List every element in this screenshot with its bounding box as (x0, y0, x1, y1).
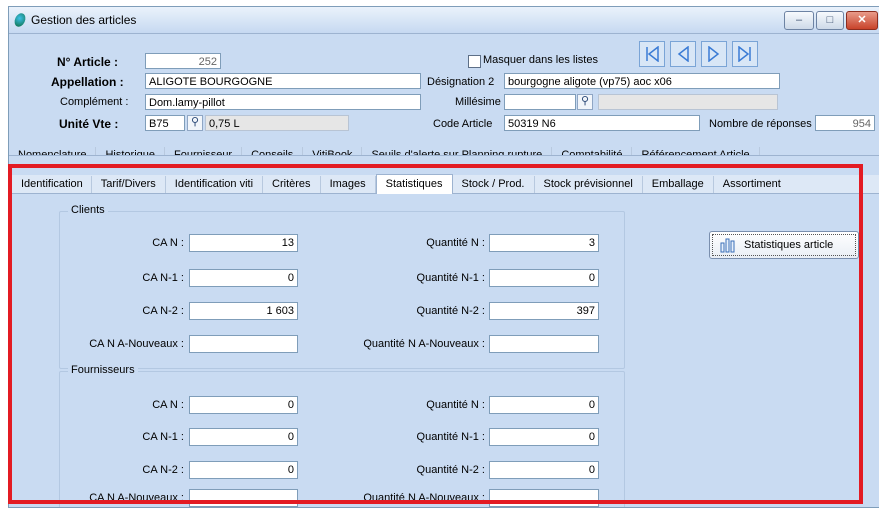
tab-vitibook[interactable]: VitiBook (303, 147, 363, 155)
clients-ca-anouveaux-field[interactable] (189, 335, 298, 353)
clients-ca-anouveaux-label: CA N A-Nouveaux : (89, 338, 184, 350)
tab-conseils[interactable]: Conseils (242, 147, 304, 155)
unite-label: Unité Vte : (59, 117, 119, 131)
search-icon: ⚲ (190, 116, 200, 128)
tab-seuils-alerte[interactable]: Seuils d'alerte sur Planning rupture (362, 147, 553, 155)
tab-row-top: Nomenclature Historique Fournisseur Cons… (9, 141, 879, 156)
code-article-label: Code Article (433, 118, 493, 130)
tab-criteres[interactable]: Critères (263, 176, 321, 193)
main-window: Gestion des articles – □ ✕ N° Article : … (8, 6, 879, 508)
maximize-button[interactable]: □ (816, 11, 844, 30)
clients-qte-anouveaux-field[interactable] (489, 335, 599, 353)
millesime-field[interactable] (504, 94, 576, 110)
clients-ca-n1-field[interactable]: 0 (189, 269, 298, 287)
clients-ca-n-label: CA N : (152, 237, 184, 249)
article-no-field[interactable]: 252 (145, 53, 221, 69)
tab-statistiques[interactable]: Statistiques (375, 174, 453, 194)
previous-record-icon (677, 46, 689, 62)
clients-ca-n2-field[interactable]: 1 603 (189, 302, 298, 320)
tab-fournisseur[interactable]: Fournisseur (165, 147, 243, 155)
clients-qte-n2-label: Quantité N-2 : (416, 305, 485, 317)
tab-emballage[interactable]: Emballage (643, 176, 714, 193)
tab-identification[interactable]: Identification (9, 176, 92, 193)
complement-field[interactable]: Dom.lamy-pillot (145, 94, 421, 110)
tab-nomenclature[interactable]: Nomenclature (9, 147, 97, 155)
fournisseurs-qte-n1-label: Quantité N-1 : (416, 431, 485, 443)
fournisseurs-qte-n1-field[interactable]: 0 (489, 428, 599, 446)
tab-referencement[interactable]: Référencement Article (632, 147, 760, 155)
appellation-label: Appellation : (51, 75, 124, 89)
maximize-icon: □ (826, 14, 834, 26)
window-title: Gestion des articles (31, 13, 137, 27)
statistiques-article-button[interactable]: Statistiques article (709, 231, 859, 259)
first-record-icon (646, 46, 659, 62)
masquer-label: Masquer dans les listes (483, 54, 598, 66)
fournisseurs-group-title: Fournisseurs (68, 364, 138, 376)
complement-label: Complément : (60, 96, 129, 108)
clients-ca-n1-label: CA N-1 : (142, 272, 184, 284)
tab-row-bottom: Identification Tarif/Divers Identificati… (9, 174, 879, 194)
masquer-checkbox[interactable] (468, 55, 481, 68)
clients-ca-n-field[interactable]: 13 (189, 234, 298, 252)
unite-desc-field: 0,75 L (205, 115, 349, 131)
app-icon (12, 11, 28, 29)
fournisseurs-ca-anouveaux-label: CA N A-Nouveaux : (89, 492, 184, 504)
last-record-icon (738, 46, 751, 62)
minimize-button[interactable]: – (784, 11, 814, 30)
unite-code-field[interactable]: B75 (145, 115, 185, 131)
tab-assortiment[interactable]: Assortiment (714, 176, 790, 193)
first-record-button[interactable] (639, 41, 665, 67)
fournisseurs-qte-n-field[interactable]: 0 (489, 396, 599, 414)
search-icon: ⚲ (580, 95, 590, 107)
tab-comptabilite[interactable]: Comptabilité (552, 147, 633, 155)
fournisseurs-ca-n-field[interactable]: 0 (189, 396, 298, 414)
fournisseurs-qte-n-label: Quantité N : (426, 399, 485, 411)
clients-group-title: Clients (68, 204, 108, 216)
designation2-field[interactable]: bourgogne aligote (vp75) aoc x06 (504, 73, 780, 89)
fournisseurs-ca-n2-field[interactable]: 0 (189, 461, 298, 479)
tab-stock-previsionnel[interactable]: Stock prévisionnel (535, 176, 643, 193)
tab-identification-viti[interactable]: Identification viti (166, 176, 264, 193)
clients-qte-anouveaux-label: Quantité N A-Nouveaux : (363, 338, 485, 350)
statistiques-article-label: Statistiques article (744, 239, 834, 251)
tab-historique[interactable]: Historique (96, 147, 166, 155)
clients-qte-n1-label: Quantité N-1 : (416, 272, 485, 284)
clients-qte-n-label: Quantité N : (426, 237, 485, 249)
millesime-search-button[interactable]: ⚲ (577, 94, 593, 110)
nb-reponses-field: 954 (815, 115, 875, 131)
fournisseurs-qte-anouveaux-field[interactable] (489, 489, 599, 507)
unite-search-button[interactable]: ⚲ (187, 115, 203, 131)
fournisseurs-qte-n2-field[interactable]: 0 (489, 461, 599, 479)
tab-images[interactable]: Images (321, 176, 376, 193)
fournisseurs-qte-anouveaux-label: Quantité N A-Nouveaux : (363, 492, 485, 504)
next-record-icon (708, 46, 720, 62)
millesime-label: Millésime (455, 96, 501, 108)
last-record-button[interactable] (732, 41, 758, 67)
code-article-field[interactable]: 50319 N6 (504, 115, 700, 131)
bar-chart-icon (720, 238, 735, 253)
close-icon: ✕ (857, 14, 867, 26)
title-bar: Gestion des articles – □ ✕ (9, 7, 879, 34)
clients-qte-n1-field[interactable]: 0 (489, 269, 599, 287)
fournisseurs-ca-n2-label: CA N-2 : (142, 464, 184, 476)
next-record-button[interactable] (701, 41, 727, 67)
clients-qte-n-field[interactable]: 3 (489, 234, 599, 252)
appellation-field[interactable]: ALIGOTE BOURGOGNE (145, 73, 421, 89)
clients-qte-n2-field[interactable]: 397 (489, 302, 599, 320)
clients-ca-n2-label: CA N-2 : (142, 305, 184, 317)
fournisseurs-ca-n1-label: CA N-1 : (142, 431, 184, 443)
tab-tarif-divers[interactable]: Tarif/Divers (92, 176, 166, 193)
fournisseurs-ca-n-label: CA N : (152, 399, 184, 411)
designation2-label: Désignation 2 (427, 76, 495, 88)
fournisseurs-ca-anouveaux-field[interactable] (189, 489, 298, 507)
article-no-label: N° Article : (57, 55, 119, 69)
millesime-desc-field (598, 94, 778, 110)
nb-reponses-label: Nombre de réponses : (709, 118, 818, 130)
previous-record-button[interactable] (670, 41, 696, 67)
tab-stock-prod[interactable]: Stock / Prod. (453, 176, 535, 193)
minimize-icon: – (795, 14, 803, 26)
fournisseurs-qte-n2-label: Quantité N-2 : (416, 464, 485, 476)
close-button[interactable]: ✕ (846, 11, 878, 30)
fournisseurs-ca-n1-field[interactable]: 0 (189, 428, 298, 446)
